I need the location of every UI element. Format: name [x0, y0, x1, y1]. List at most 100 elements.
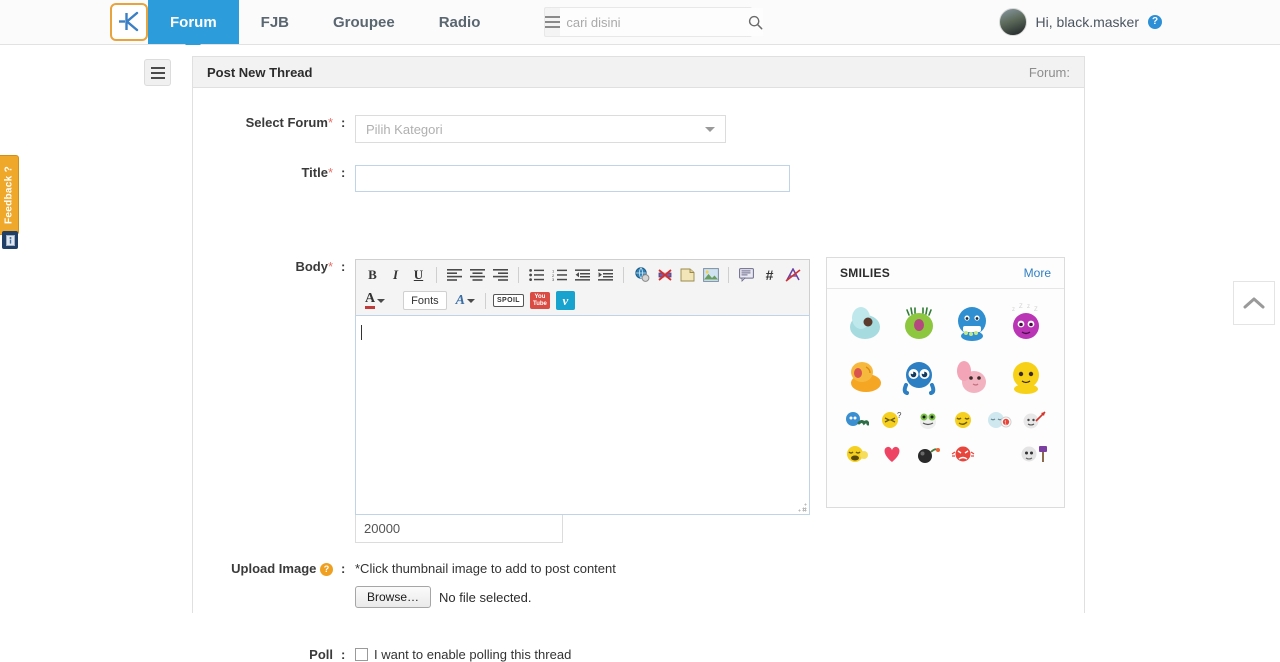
search-button[interactable] [748, 8, 764, 36]
smiley-blue-worm[interactable] [841, 407, 873, 433]
smiley-smirk[interactable] [948, 407, 980, 433]
outdent-icon[interactable] [572, 265, 593, 285]
insert-quote-icon[interactable] [736, 265, 757, 285]
nav-item-radio[interactable]: Radio [417, 0, 503, 44]
youtube-button[interactable]: You Tube [530, 291, 550, 311]
text-color-picker[interactable]: A [362, 292, 388, 309]
upload-help-icon[interactable]: ? [320, 563, 333, 577]
smiley-pink-shy[interactable] [949, 352, 997, 399]
smiley-laugh-tears-icon [846, 446, 868, 462]
chevron-down-icon [466, 298, 475, 303]
align-center-icon[interactable] [467, 265, 488, 285]
nav-item-forum[interactable]: Forum [148, 0, 239, 52]
help-icon[interactable]: ? [1148, 15, 1162, 29]
align-right-icon[interactable] [490, 265, 511, 285]
smiley-ghost-hammer[interactable] [1019, 441, 1051, 467]
numbered-list-icon[interactable]: 123 [549, 265, 570, 285]
smiley-green-frog[interactable] [912, 407, 944, 433]
font-size-picker[interactable]: A [453, 292, 478, 308]
indent-icon[interactable] [595, 265, 616, 285]
smiley-green-kiss[interactable] [895, 299, 943, 346]
smiley-purple-dizzy-icon: zZzZ [1012, 304, 1040, 339]
search-input[interactable] [560, 8, 749, 36]
feedback-info-icon[interactable] [2, 231, 18, 249]
smiley-sleep-alarm-icon: 1 [987, 412, 1012, 428]
remove-link-icon[interactable] [654, 265, 675, 285]
underline-icon[interactable]: U [408, 265, 429, 285]
smiley-heart[interactable] [877, 441, 909, 467]
insert-image-icon[interactable] [700, 265, 721, 285]
sidebar-toggle-button[interactable] [144, 59, 171, 86]
nav-item-fjb[interactable]: FJB [239, 0, 311, 44]
body-label: Body* [193, 259, 341, 274]
search-menu-icon[interactable] [545, 8, 561, 36]
toolbar-divider [728, 266, 729, 283]
title-row: Title* : [193, 165, 1086, 192]
smilies-grid-large: zZzZ [827, 289, 1064, 403]
smiley-ghost-arrow[interactable] [1019, 407, 1051, 433]
italic-icon[interactable]: I [385, 265, 406, 285]
body-textarea[interactable] [355, 315, 810, 515]
browse-button[interactable]: Browse… [355, 586, 432, 608]
smiley-pink-shy-icon [957, 360, 987, 393]
feedback-label: Feedback ? [3, 165, 15, 225]
smiley-purple-dizzy[interactable]: zZzZ [1002, 299, 1050, 346]
smiley-yellow-plain[interactable] [1002, 352, 1050, 399]
align-left-icon[interactable] [444, 265, 465, 285]
select-forum-dropdown[interactable]: Pilih Kategori [355, 115, 726, 143]
title-colon: : [341, 165, 346, 180]
smiley-angry-red-icon [951, 446, 975, 462]
vimeo-button[interactable]: v [555, 291, 575, 311]
svg-text:z: z [1012, 307, 1015, 313]
smiley-yellow-plain-icon [1013, 361, 1040, 394]
text-color-label: A [365, 292, 376, 309]
smiley-orange-yawn[interactable] [841, 352, 889, 399]
scroll-to-top-button[interactable] [1233, 281, 1275, 325]
smiley-ghost-hammer-icon [1021, 446, 1048, 462]
nav-item-groupee[interactable]: Groupee [311, 0, 417, 44]
poll-colon: : [341, 647, 346, 662]
smiley-ghost-arrow-icon [1023, 411, 1046, 429]
title-input[interactable] [355, 165, 790, 192]
nav-item-radio-label: Radio [438, 13, 481, 31]
toolbar-divider [623, 266, 624, 283]
smiley-confused-question[interactable]: ? [877, 407, 909, 433]
title-label: Title* [193, 165, 341, 180]
page-body: Feedback ? Post New Thread Forum: Select… [0, 45, 1280, 662]
smiley-blank[interactable] [983, 441, 1015, 467]
site-logo[interactable] [110, 3, 148, 41]
bold-icon[interactable]: B [362, 265, 383, 285]
upload-image-label: Upload Image ? [193, 561, 341, 577]
spoiler-button[interactable]: SPOIL [492, 291, 524, 311]
smiley-blue-sparkle-eyes[interactable] [895, 352, 943, 399]
smilies-more-link[interactable]: More [1024, 266, 1051, 280]
smiley-bomb[interactable] [912, 441, 944, 467]
smiley-confused-question-icon: ? [882, 411, 902, 428]
poll-checkbox[interactable] [355, 648, 368, 661]
insert-link-icon[interactable] [631, 265, 652, 285]
smiley-angry-red[interactable] [948, 441, 980, 467]
insert-page-icon[interactable] [677, 265, 698, 285]
smiley-blue-eating-icon [958, 306, 987, 341]
poll-checkbox-text: I want to enable polling this thread [374, 647, 572, 662]
toolbar-row-2: A Fonts A SPOIL You Tube v [362, 289, 803, 312]
bullet-list-icon[interactable] [526, 265, 547, 285]
toolbar-divider [484, 292, 486, 309]
kaskus-k-icon [119, 11, 139, 32]
user-greeting[interactable]: Hi, black.masker [1036, 14, 1139, 30]
smiley-laugh-tears[interactable] [841, 441, 873, 467]
insert-code-icon[interactable]: # [759, 265, 780, 285]
page-title: Post New Thread [207, 64, 313, 80]
fonts-dropdown[interactable]: Fonts [403, 291, 447, 310]
smilies-header: SMILIES More [827, 258, 1064, 289]
toolbar-divider [436, 266, 437, 283]
smiley-sleep-alarm[interactable]: 1 [983, 407, 1015, 433]
smiley-blue-eating[interactable] [949, 299, 997, 346]
clear-format-icon[interactable] [782, 265, 803, 285]
avatar[interactable] [998, 8, 1027, 36]
smilies-grid-small-row1: ? 1 [827, 403, 1064, 437]
resize-handle[interactable] [798, 503, 807, 512]
font-size-label: A [455, 292, 465, 308]
smiley-shy-blue[interactable] [841, 299, 889, 346]
feedback-tab[interactable]: Feedback ? [0, 155, 19, 235]
